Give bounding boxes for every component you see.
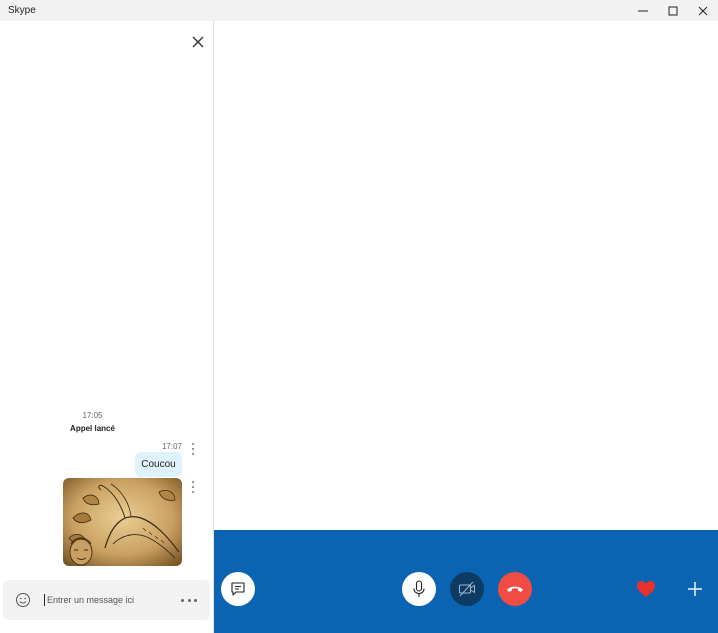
mute-mic-button[interactable] bbox=[402, 572, 436, 606]
message-input[interactable] bbox=[47, 593, 167, 607]
toggle-chat-button[interactable] bbox=[221, 572, 255, 606]
more-horizontal-icon[interactable] bbox=[181, 593, 197, 607]
close-icon bbox=[192, 36, 204, 48]
end-call-icon bbox=[507, 586, 523, 592]
message-timestamp: 17:07 bbox=[161, 442, 182, 451]
add-participant-button[interactable] bbox=[678, 572, 712, 606]
plus-icon bbox=[688, 582, 702, 596]
sketch-image bbox=[63, 478, 182, 566]
title-bar: Skype bbox=[0, 0, 718, 21]
system-event-text: Appel lancé bbox=[70, 424, 115, 433]
call-controls-bar bbox=[214, 530, 718, 633]
minimize-button[interactable] bbox=[627, 0, 659, 21]
close-chat-button[interactable] bbox=[190, 34, 206, 50]
call-stage bbox=[214, 21, 718, 530]
close-window-button[interactable] bbox=[687, 0, 718, 21]
heart-icon bbox=[637, 581, 655, 597]
microphone-icon bbox=[413, 580, 425, 597]
message-more-button[interactable] bbox=[190, 443, 196, 455]
message-text: Coucou bbox=[141, 459, 176, 470]
maximize-button[interactable] bbox=[657, 0, 689, 21]
text-caret bbox=[44, 594, 45, 606]
chat-panel: 17:05 Appel lancé 17:07 Coucou bbox=[0, 21, 213, 633]
react-heart-button[interactable] bbox=[629, 572, 663, 606]
toggle-video-button[interactable] bbox=[450, 572, 484, 606]
chat-icon bbox=[231, 582, 245, 596]
system-event-time: 17:05 bbox=[82, 411, 103, 420]
message-bubble[interactable]: Coucou bbox=[135, 452, 182, 477]
image-more-button[interactable] bbox=[190, 481, 196, 493]
message-composer bbox=[3, 580, 210, 620]
maximize-icon bbox=[668, 6, 678, 15]
video-off-icon bbox=[459, 581, 475, 597]
minimize-icon bbox=[638, 10, 648, 11]
image-message[interactable] bbox=[63, 478, 182, 566]
window-title: Skype bbox=[8, 5, 36, 16]
close-icon bbox=[698, 6, 708, 15]
end-call-button[interactable] bbox=[498, 572, 532, 606]
emoji-icon[interactable] bbox=[15, 592, 31, 608]
